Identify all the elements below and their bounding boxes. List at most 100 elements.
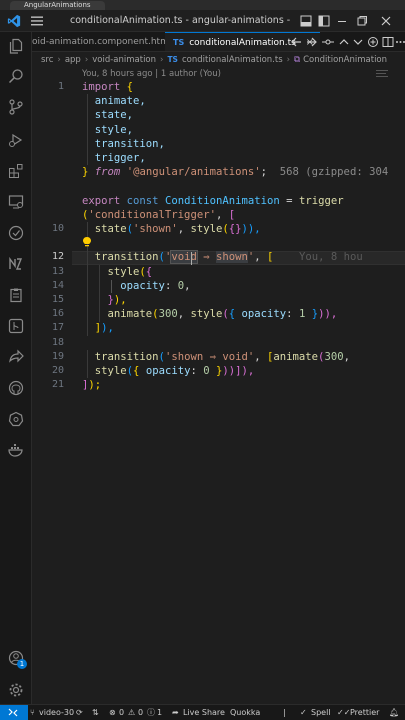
line-number: 19 xyxy=(51,350,64,362)
chevron-right-icon: › xyxy=(84,55,89,65)
go-back-icon[interactable] xyxy=(290,36,302,48)
line-number: 14 xyxy=(51,279,64,291)
breadcrumb-item[interactable]: void-animation xyxy=(92,55,156,65)
live-share-status-icon[interactable]: ➦ xyxy=(172,705,179,720)
branch-name[interactable]: video-30 xyxy=(39,705,74,720)
layout-panel-icon[interactable] xyxy=(300,15,312,27)
layout-sidebar-icon[interactable] xyxy=(318,15,330,27)
live-share-status[interactable]: Live Share xyxy=(183,705,225,720)
code-line: ('conditionalTrigger', [ xyxy=(82,208,236,221)
code-line: ]); xyxy=(82,379,102,392)
error-icon[interactable]: ⊗ xyxy=(109,705,116,720)
code-line: animate(300, style({ opacity: 1 })), xyxy=(107,308,338,321)
error-count[interactable]: 0 xyxy=(119,705,124,720)
title-bar: conditionalAnimation.ts - angular-animat… xyxy=(0,10,405,32)
line-number: 18 xyxy=(51,336,64,348)
code-line: }), xyxy=(107,294,127,306)
live-share-icon[interactable] xyxy=(8,349,24,365)
cursor-indicator-icon: | xyxy=(283,708,286,717)
split-editor-icon[interactable] xyxy=(382,36,394,48)
compare-changes-icon[interactable] xyxy=(322,36,334,48)
previous-change-icon[interactable] xyxy=(338,36,350,48)
extensions-icon[interactable] xyxy=(8,163,24,179)
notifications-bell-icon[interactable]: 🔔︎ xyxy=(389,705,399,720)
kubernetes-icon[interactable] xyxy=(8,411,24,427)
line-number: 16 xyxy=(51,308,64,320)
code-line: ]), xyxy=(94,322,114,335)
status-bar: ⑂ video-30 ⟳ ⇅ ⊗ 0 ⚠ 0 ⓘ 1 ➦ Live Share … xyxy=(0,704,405,720)
ports-icon[interactable]: ⇅ xyxy=(92,705,99,720)
remote-icon xyxy=(8,708,18,717)
open-changes-icon[interactable] xyxy=(367,36,379,48)
code-line: import { xyxy=(82,81,134,93)
spell-check-icon[interactable]: ✓ xyxy=(300,705,307,720)
prettier-icon[interactable]: ✓✓ xyxy=(337,705,350,720)
code-line: state('shown', style({})), xyxy=(94,223,261,235)
vertical-scrollbar[interactable] xyxy=(392,67,405,704)
tab-void-animation-component-html[interactable]: oid-animation.component.html xyxy=(32,32,171,51)
warning-count[interactable]: 0 xyxy=(138,705,143,720)
vscode-logo-icon xyxy=(7,14,21,28)
more-actions-icon[interactable] xyxy=(395,36,405,48)
close-window-icon[interactable] xyxy=(380,15,392,27)
testing-icon[interactable] xyxy=(8,225,24,241)
lightbulb-icon[interactable] xyxy=(82,236,92,248)
code-line: style({ xyxy=(107,265,153,278)
tab-label: conditionalAnimation.ts xyxy=(189,38,296,48)
code-line: opacity: 0, xyxy=(120,279,191,292)
minimize-icon[interactable] xyxy=(336,15,348,27)
codelens-blame[interactable]: You, 8 hours ago | 1 author (You) xyxy=(82,67,221,81)
code-line: transition('void ⇒ shown', [ You, 8 hou xyxy=(94,250,363,265)
sync-icon[interactable]: ⟳ xyxy=(76,705,83,720)
line-number: 17 xyxy=(51,322,64,334)
explorer-icon[interactable] xyxy=(8,38,24,54)
browser-tab-strip: AngularAnimations xyxy=(0,0,405,10)
info-count[interactable]: 1 xyxy=(157,705,162,720)
code-line: trigger, xyxy=(94,152,146,164)
go-forward-icon[interactable] xyxy=(306,36,318,48)
breadcrumb-item[interactable]: src xyxy=(41,55,53,65)
text-cursor xyxy=(191,252,192,265)
source-control-icon[interactable] xyxy=(8,99,24,115)
chevron-right-icon: › xyxy=(160,55,164,65)
typescript-file-icon: TS xyxy=(167,55,178,64)
git-graph-icon[interactable] xyxy=(8,318,24,334)
line-number: 10 xyxy=(51,223,64,234)
next-change-icon[interactable] xyxy=(352,36,364,48)
breadcrumb: src › app › void-animation › TS conditionalAnim… xyxy=(32,53,405,67)
browser-tab[interactable]: AngularAnimations xyxy=(10,1,105,10)
breadcrumb-file[interactable]: conditionalAnimation.ts xyxy=(182,55,283,65)
minimap[interactable] xyxy=(376,68,390,82)
run-debug-icon[interactable] xyxy=(8,132,24,148)
code-line: style, xyxy=(94,123,134,136)
menu-icon[interactable] xyxy=(30,15,44,27)
branch-icon: ⑂ xyxy=(30,708,35,717)
github-icon[interactable] xyxy=(8,380,24,396)
spell-status[interactable]: Spell xyxy=(311,705,331,720)
line-number: 21 xyxy=(51,379,64,391)
window-title: conditionalAnimation.ts - angular-animat… xyxy=(70,15,290,26)
quokka-status[interactable]: Quokka xyxy=(230,705,260,720)
line-number: 1 xyxy=(57,81,64,92)
code-line: state, xyxy=(94,109,134,122)
docker-icon[interactable] xyxy=(8,442,24,458)
clipboard-icon[interactable] xyxy=(8,287,24,303)
tab-label: oid-animation.component.html xyxy=(32,37,172,47)
line-number: 15 xyxy=(51,294,64,305)
search-icon[interactable] xyxy=(8,68,24,84)
settings-gear-icon[interactable] xyxy=(8,682,24,698)
info-icon[interactable]: ⓘ xyxy=(147,705,155,720)
remote-explorer-icon[interactable] xyxy=(8,194,24,210)
code-line: style({ opacity: 0 }))]), xyxy=(94,365,255,377)
angular-console-icon[interactable] xyxy=(8,256,24,272)
restore-icon[interactable] xyxy=(356,15,368,27)
accounts-badge: 1 xyxy=(17,659,27,669)
code-line: export const ConditionAnimation = trigge… xyxy=(82,194,344,207)
line-number: 20 xyxy=(51,365,64,376)
line-number: 12 xyxy=(51,251,64,263)
warning-icon[interactable]: ⚠ xyxy=(128,705,135,720)
breadcrumb-symbol[interactable]: ConditionAnimation xyxy=(303,55,387,65)
remote-indicator-button[interactable] xyxy=(0,705,28,720)
breadcrumb-item[interactable]: app xyxy=(65,55,81,65)
prettier-status[interactable]: Prettier xyxy=(350,705,379,720)
